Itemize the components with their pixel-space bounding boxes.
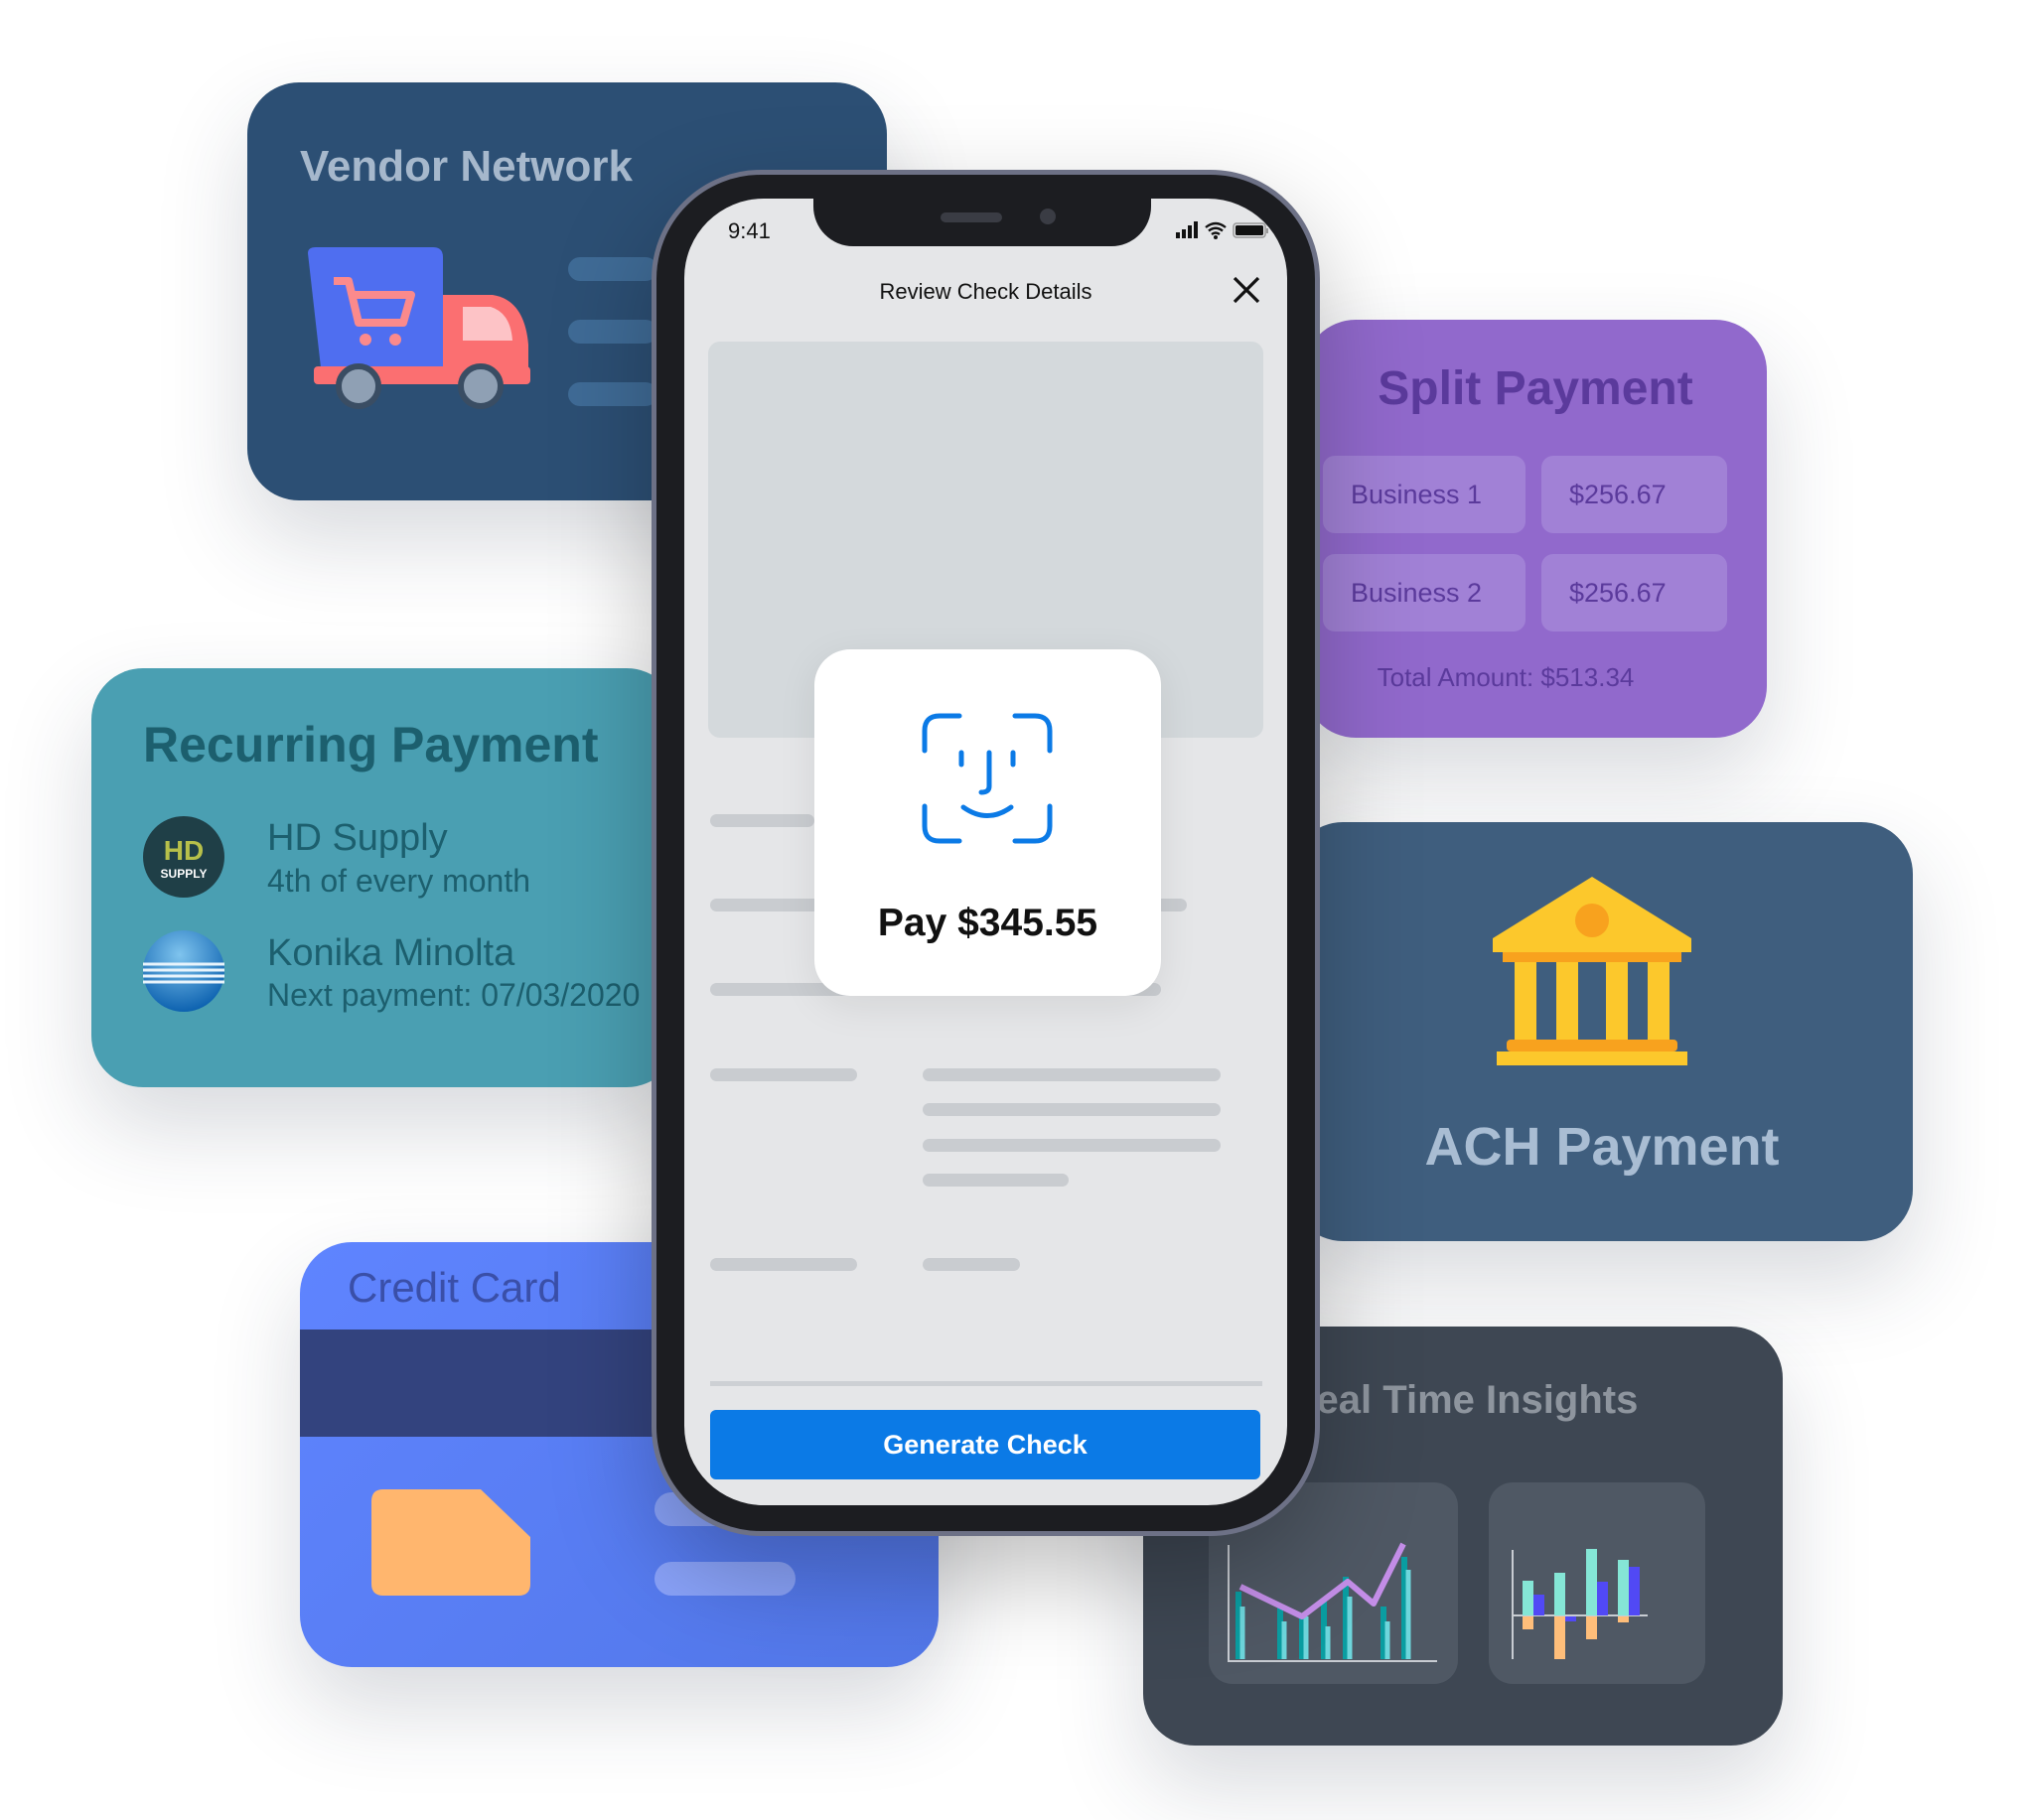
hd-supply-logo: HD SUPPLY [143,816,224,898]
screen-title: Review Check Details [879,279,1092,304]
bar-chart-icon [1512,1549,1648,1659]
vendor-network-title: Vendor Network [300,142,633,191]
ach-payment-card: ACH Payment [1291,822,1913,1241]
speaker [941,212,1002,222]
svg-text:HD: HD [164,835,204,866]
total-amount: Total Amount: $513.34 [1377,662,1635,692]
credit-card-title: Credit Card [348,1264,561,1311]
konica-minolta-logo [143,930,224,1012]
placeholder-line [568,257,657,281]
placeholder-line [710,1068,857,1081]
placeholder-line [923,1258,1020,1271]
close-icon[interactable] [1233,276,1260,304]
placeholder-line [710,814,814,827]
svg-text:SUPPLY: SUPPLY [161,867,208,881]
delivery-truck-cart-icon [308,247,530,409]
placeholder-line [568,320,657,344]
business-label: Business 2 [1323,554,1526,631]
recurring-payment-card: Recurring Payment HD SUPPLY HD Supply 4t… [91,668,678,1087]
face-id-dialog: Pay $345.55 [814,649,1161,996]
card-chip-icon [371,1489,530,1596]
placeholder-line [568,382,657,406]
wifi-icon [1205,221,1227,235]
ach-payment-title: ACH Payment [1424,1117,1780,1177]
status-time: 9:41 [728,218,771,243]
recurring-payment-title: Recurring Payment [143,717,599,772]
placeholder-line [923,1068,1221,1081]
split-payment-title: Split Payment [1378,362,1693,415]
bank-icon [1493,877,1691,1065]
phone-screen: 9:41 Review Check Details Generate Check [684,199,1287,1505]
placeholder-line [923,1174,1069,1187]
business-label: Business 1 [1323,456,1526,533]
business-amount: $256.67 [1541,554,1727,631]
placeholder-line [923,1139,1221,1152]
business-amount: $256.67 [1541,456,1727,533]
divider [710,1381,1262,1386]
phone-notch [813,199,1151,246]
status-icons [1176,221,1268,239]
camera [1040,209,1056,224]
pay-amount: Pay $345.55 [877,902,1098,944]
placeholder-line [923,1103,1221,1116]
split-payment-card: Split Payment Business 1 $256.67 Busines… [1304,320,1767,738]
vendor-name: HD Supply [267,817,448,859]
phone-mockup: 9:41 Review Check Details Generate Check [652,170,1320,1536]
placeholder-bar [654,1562,796,1596]
vendor-name: Konika Minolta [267,932,515,974]
bar-chart-tile [1489,1482,1705,1684]
face-id-icon [922,713,1053,844]
generate-check-button[interactable]: Generate Check [710,1410,1260,1479]
battery-icon [1233,222,1268,238]
placeholder-line [710,1258,857,1271]
signal-icon [1176,221,1198,238]
vendor-schedule: Next payment: 07/03/2020 [267,977,641,1013]
vendor-schedule: 4th of every month [267,863,531,899]
